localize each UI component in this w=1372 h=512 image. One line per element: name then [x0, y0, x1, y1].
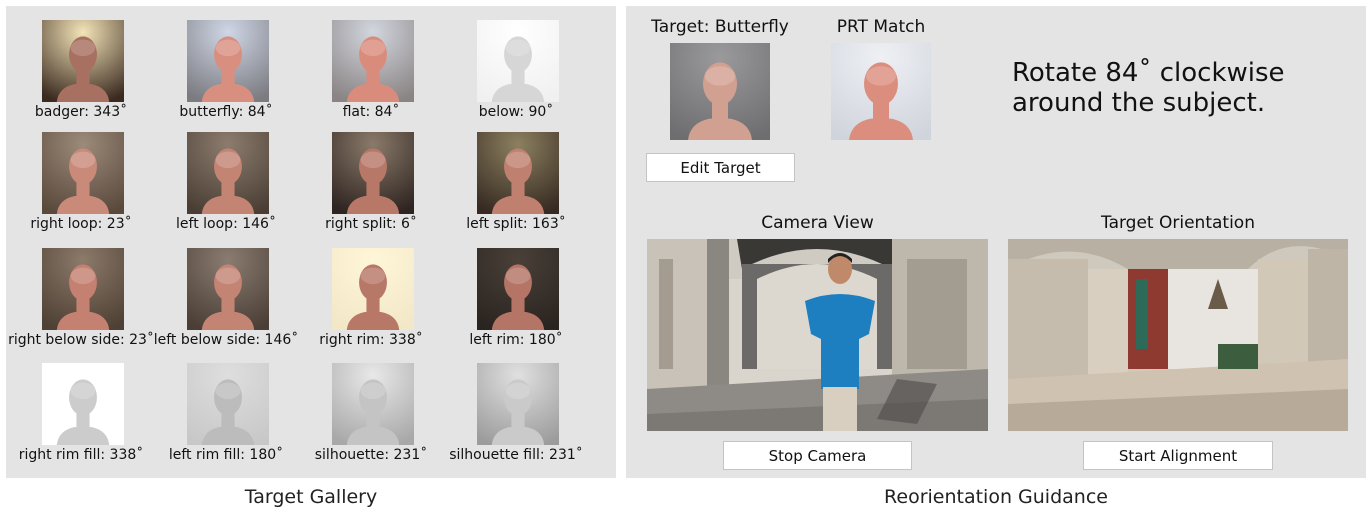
- guidance-caption: Reorientation Guidance: [884, 486, 1108, 508]
- gallery-item[interactable]: left rim: 180˚: [441, 246, 591, 356]
- gallery-thumbnail: [332, 132, 414, 214]
- camera-view-title: Camera View: [761, 213, 874, 233]
- gallery-thumbnail: [187, 248, 269, 330]
- gallery-grid: badger: 343˚ butterfly: 84˚ flat: 84˚ below…: [6, 18, 616, 468]
- start-alignment-button[interactable]: Start Alignment: [1083, 441, 1273, 470]
- prt-match-title: PRT Match: [836, 17, 926, 37]
- gallery-thumbnail: [477, 248, 559, 330]
- instruction-text: Rotate 84˚ clockwise around the subject.: [1012, 58, 1285, 118]
- gallery-thumbnail: [332, 248, 414, 330]
- gallery-caption: Target Gallery: [244, 486, 378, 508]
- target-orientation-title: Target Orientation: [1101, 213, 1255, 233]
- gallery-thumbnail: [332, 363, 414, 445]
- edit-target-button[interactable]: Edit Target: [646, 153, 795, 182]
- gallery-thumbnail: [187, 132, 269, 214]
- gallery-item[interactable]: left split: 163˚: [441, 130, 591, 240]
- gallery-thumbnail: [187, 20, 269, 102]
- camera-view-feed: [647, 239, 988, 431]
- prt-match-face-image: [831, 43, 931, 140]
- gallery-thumbnail: [477, 363, 559, 445]
- gallery-item[interactable]: silhouette fill: 231˚: [441, 361, 591, 471]
- gallery-item-label: left rim: 180˚: [469, 332, 563, 348]
- gallery-thumbnail: [477, 20, 559, 102]
- gallery-item-label: below: 90˚: [478, 104, 554, 120]
- gallery-thumbnail: [187, 363, 269, 445]
- target-orientation-view: [1008, 239, 1348, 431]
- gallery-item-label: left split: 163˚: [466, 216, 566, 232]
- gallery-thumbnail: [42, 20, 124, 102]
- target-face-image: [670, 43, 770, 140]
- stop-camera-button[interactable]: Stop Camera: [723, 441, 912, 470]
- gallery-thumbnail: [477, 132, 559, 214]
- gallery-item[interactable]: below: 90˚: [441, 18, 591, 128]
- gallery-thumbnail: [332, 20, 414, 102]
- target-title: Target: Butterfly: [651, 17, 789, 37]
- gallery-thumbnail: [42, 248, 124, 330]
- gallery-thumbnail: [42, 132, 124, 214]
- gallery-thumbnail: [42, 363, 124, 445]
- gallery-item-label: silhouette fill: 231˚: [449, 447, 583, 463]
